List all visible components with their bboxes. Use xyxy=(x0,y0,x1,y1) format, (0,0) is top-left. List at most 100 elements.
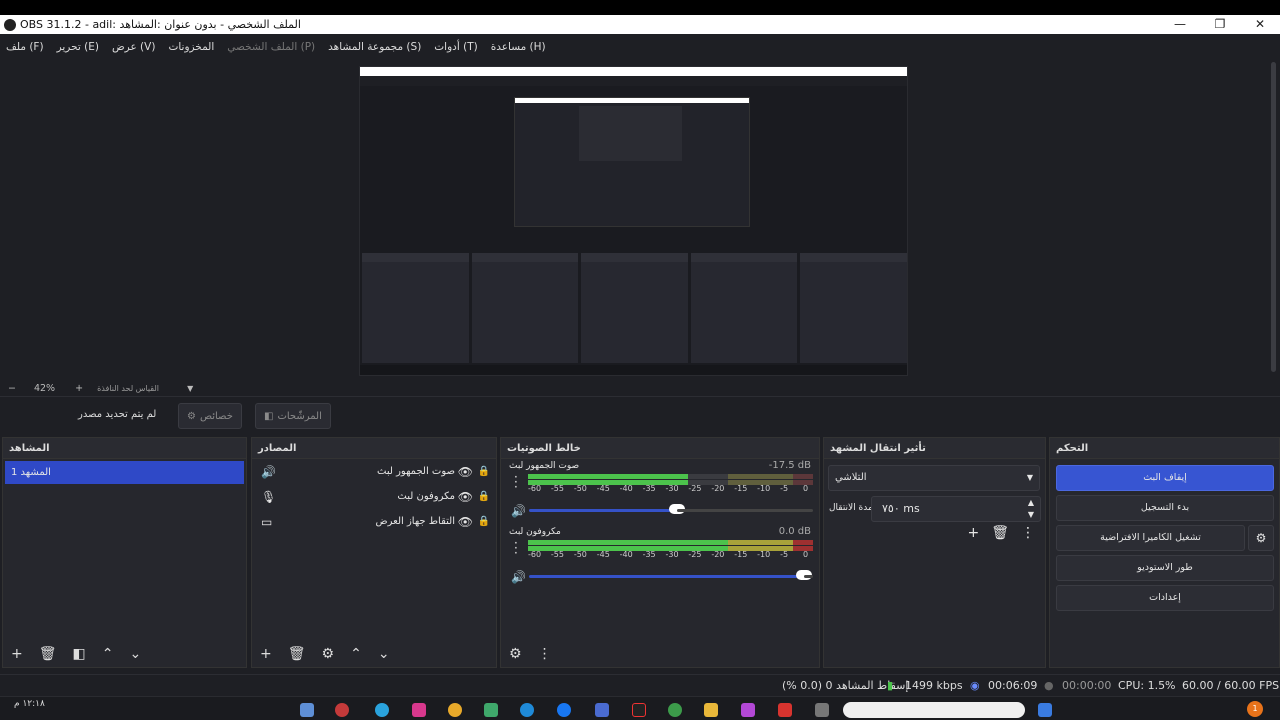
notification-badge[interactable]: 1 xyxy=(1247,701,1263,717)
properties-button[interactable]: ⚙ خصائص xyxy=(178,403,242,429)
trash-icon[interactable]: 🗑 xyxy=(39,646,57,662)
eye-icon[interactable]: 👁 xyxy=(458,465,473,479)
menu-edit[interactable]: تحرير (E) xyxy=(57,41,99,53)
arrow-up-icon[interactable]: ⌃ xyxy=(350,646,362,662)
maximize-button[interactable]: ❐ xyxy=(1200,15,1240,34)
zoom-in-button[interactable]: + xyxy=(75,383,83,394)
more-icon[interactable]: ⋮ xyxy=(1021,525,1035,541)
volume-slider-track[interactable] xyxy=(676,509,813,512)
chevron-down-icon[interactable]: ▼ xyxy=(187,384,193,393)
db-tick-label: -30 xyxy=(665,550,679,559)
title-bar: OBS 31.1.2 - adil: الملف الشخصي - بدون ع… xyxy=(0,0,1280,34)
studio-mode-button[interactable]: طور الاستوديو xyxy=(1056,555,1274,581)
zoom-out-button[interactable]: − xyxy=(8,383,16,394)
lock-icon[interactable]: 🔒 xyxy=(478,516,490,527)
clock: ١٢:١٨ م xyxy=(14,699,45,709)
volume-icon[interactable]: 🔊 xyxy=(511,504,526,518)
close-button[interactable]: ✕ xyxy=(1240,15,1280,34)
scale-mode-select[interactable]: القياس لحد النافذة xyxy=(97,384,197,393)
folder-icon[interactable] xyxy=(704,703,718,717)
add-icon[interactable]: + xyxy=(11,646,23,662)
more-icon[interactable]: · · · xyxy=(514,537,518,559)
preview-scrollbar[interactable] xyxy=(1271,62,1276,372)
menu-profile[interactable]: الملف الشخصي (P) xyxy=(227,41,315,53)
source-item[interactable]: 🔊 صوت الجمهور لبث 👁 🔒 xyxy=(252,459,496,484)
app-icon[interactable] xyxy=(741,703,755,717)
app-icon[interactable] xyxy=(778,703,792,717)
db-tick-label: -40 xyxy=(619,550,633,559)
windows-start-icon[interactable] xyxy=(1038,703,1052,717)
eye-icon[interactable]: 👁 xyxy=(458,515,473,529)
more-icon[interactable]: · · · xyxy=(514,471,518,493)
arrow-down-icon[interactable]: ⌄ xyxy=(129,646,141,662)
trash-icon[interactable]: 🗑 xyxy=(991,525,1009,541)
chrome-icon[interactable] xyxy=(448,703,462,717)
audio-mixer-dock: خالط الصوتيات صوت الجمهور لبث -17.5 dB ·… xyxy=(500,437,820,668)
menu-bar: ملف (F) تحرير (E) عرض (V) المخزونات المل… xyxy=(0,35,1280,58)
lock-icon[interactable]: 🔒 xyxy=(478,466,490,477)
volume-slider-fill[interactable] xyxy=(529,575,805,578)
menu-tools[interactable]: أدوات (T) xyxy=(434,41,477,53)
gear-icon: ⚙ xyxy=(187,410,196,422)
duration-input[interactable]: ٧٥٠ ms ▲ ▼ xyxy=(871,496,1041,522)
volume-icon[interactable]: 🔊 xyxy=(511,570,526,584)
filter-icon[interactable]: ◧ xyxy=(73,646,86,662)
db-tick-label: -35 xyxy=(642,550,656,559)
source-label: مكروفون لبث xyxy=(397,491,455,502)
source-item[interactable]: 🎙 مكروفون لبث 👁 🔒 xyxy=(252,484,496,509)
tiktok-icon[interactable] xyxy=(632,703,646,717)
minimize-button[interactable]: — xyxy=(1160,15,1200,34)
volume-slider-track[interactable] xyxy=(804,575,813,578)
db-tick-label: -5 xyxy=(780,550,789,559)
source-item[interactable]: ▭ التقاط جهاز العرض 👁 🔒 xyxy=(252,509,496,534)
instagram-icon[interactable] xyxy=(412,703,426,717)
virtual-camera-button[interactable]: تشغيل الكاميرا الافتراضية xyxy=(1056,525,1245,551)
lock-icon[interactable]: 🔒 xyxy=(478,491,490,502)
db-scale: -60 -55 -50 -45 -40 -35 -30 -25 -20 -15 -10 -5 0 xyxy=(528,484,813,494)
microphone-icon: 🎙 xyxy=(261,489,277,504)
add-icon[interactable]: + xyxy=(260,646,272,662)
add-icon[interactable]: + xyxy=(967,525,979,541)
menu-view[interactable]: عرض (V) xyxy=(112,41,155,53)
app-icon[interactable] xyxy=(815,703,829,717)
db-tick-label: 0 xyxy=(803,550,809,559)
obs-app-icon[interactable] xyxy=(335,703,349,717)
trash-icon[interactable]: 🗑 xyxy=(288,646,306,662)
facebook-icon[interactable] xyxy=(557,703,571,717)
more-icon[interactable]: ⋮ xyxy=(538,646,552,662)
menu-docks[interactable]: المخزونات xyxy=(168,41,214,53)
monitor-icon: ▭ xyxy=(261,514,273,529)
start-recording-button[interactable]: بدء التسجيل xyxy=(1056,495,1274,521)
app-icon[interactable] xyxy=(300,703,314,717)
window-title: OBS 31.1.2 - adil: الملف الشخصي - بدون ع… xyxy=(20,18,301,31)
telegram-icon[interactable] xyxy=(375,703,389,717)
level-meter xyxy=(528,474,813,479)
arrow-down-icon[interactable]: ⌄ xyxy=(378,646,390,662)
store-icon[interactable] xyxy=(595,703,609,717)
scene-item[interactable]: المشهد 1 xyxy=(5,461,244,484)
meter-level xyxy=(528,540,728,545)
settings-button[interactable]: إعدادات xyxy=(1056,585,1274,611)
gear-icon[interactable]: ⚙ xyxy=(322,646,335,662)
stop-stream-button[interactable]: إيقاف البث xyxy=(1056,465,1274,491)
menu-help[interactable]: مساعدة (H) xyxy=(491,41,546,53)
filter-icon: ◧ xyxy=(264,410,274,422)
gear-icon[interactable]: ⚙ xyxy=(509,646,522,662)
chrome-icon[interactable] xyxy=(668,703,682,717)
menu-file[interactable]: ملف (F) xyxy=(6,41,44,53)
filters-button[interactable]: ◧ المرشّحات xyxy=(255,403,331,429)
meter-red-zone xyxy=(793,540,813,545)
spinner-icon[interactable]: ▲ ▼ xyxy=(1028,497,1034,521)
eye-icon[interactable]: 👁 xyxy=(458,490,473,504)
arrow-up-icon[interactable]: ⌃ xyxy=(102,646,114,662)
gear-icon[interactable]: ⚙ xyxy=(1248,525,1274,551)
db-tick-label: -55 xyxy=(550,550,564,559)
edge-icon[interactable] xyxy=(520,703,534,717)
transition-select[interactable]: التلاشي ▼ xyxy=(828,465,1040,491)
search-input[interactable] xyxy=(843,702,1025,718)
broadcast-icon: ◉ xyxy=(970,679,980,692)
scenes-header: المشاهد xyxy=(3,438,246,459)
menu-scene-collection[interactable]: مجموعة المشاهد (S) xyxy=(328,41,421,53)
volume-slider-fill[interactable] xyxy=(529,509,677,512)
app-icon[interactable] xyxy=(484,703,498,717)
